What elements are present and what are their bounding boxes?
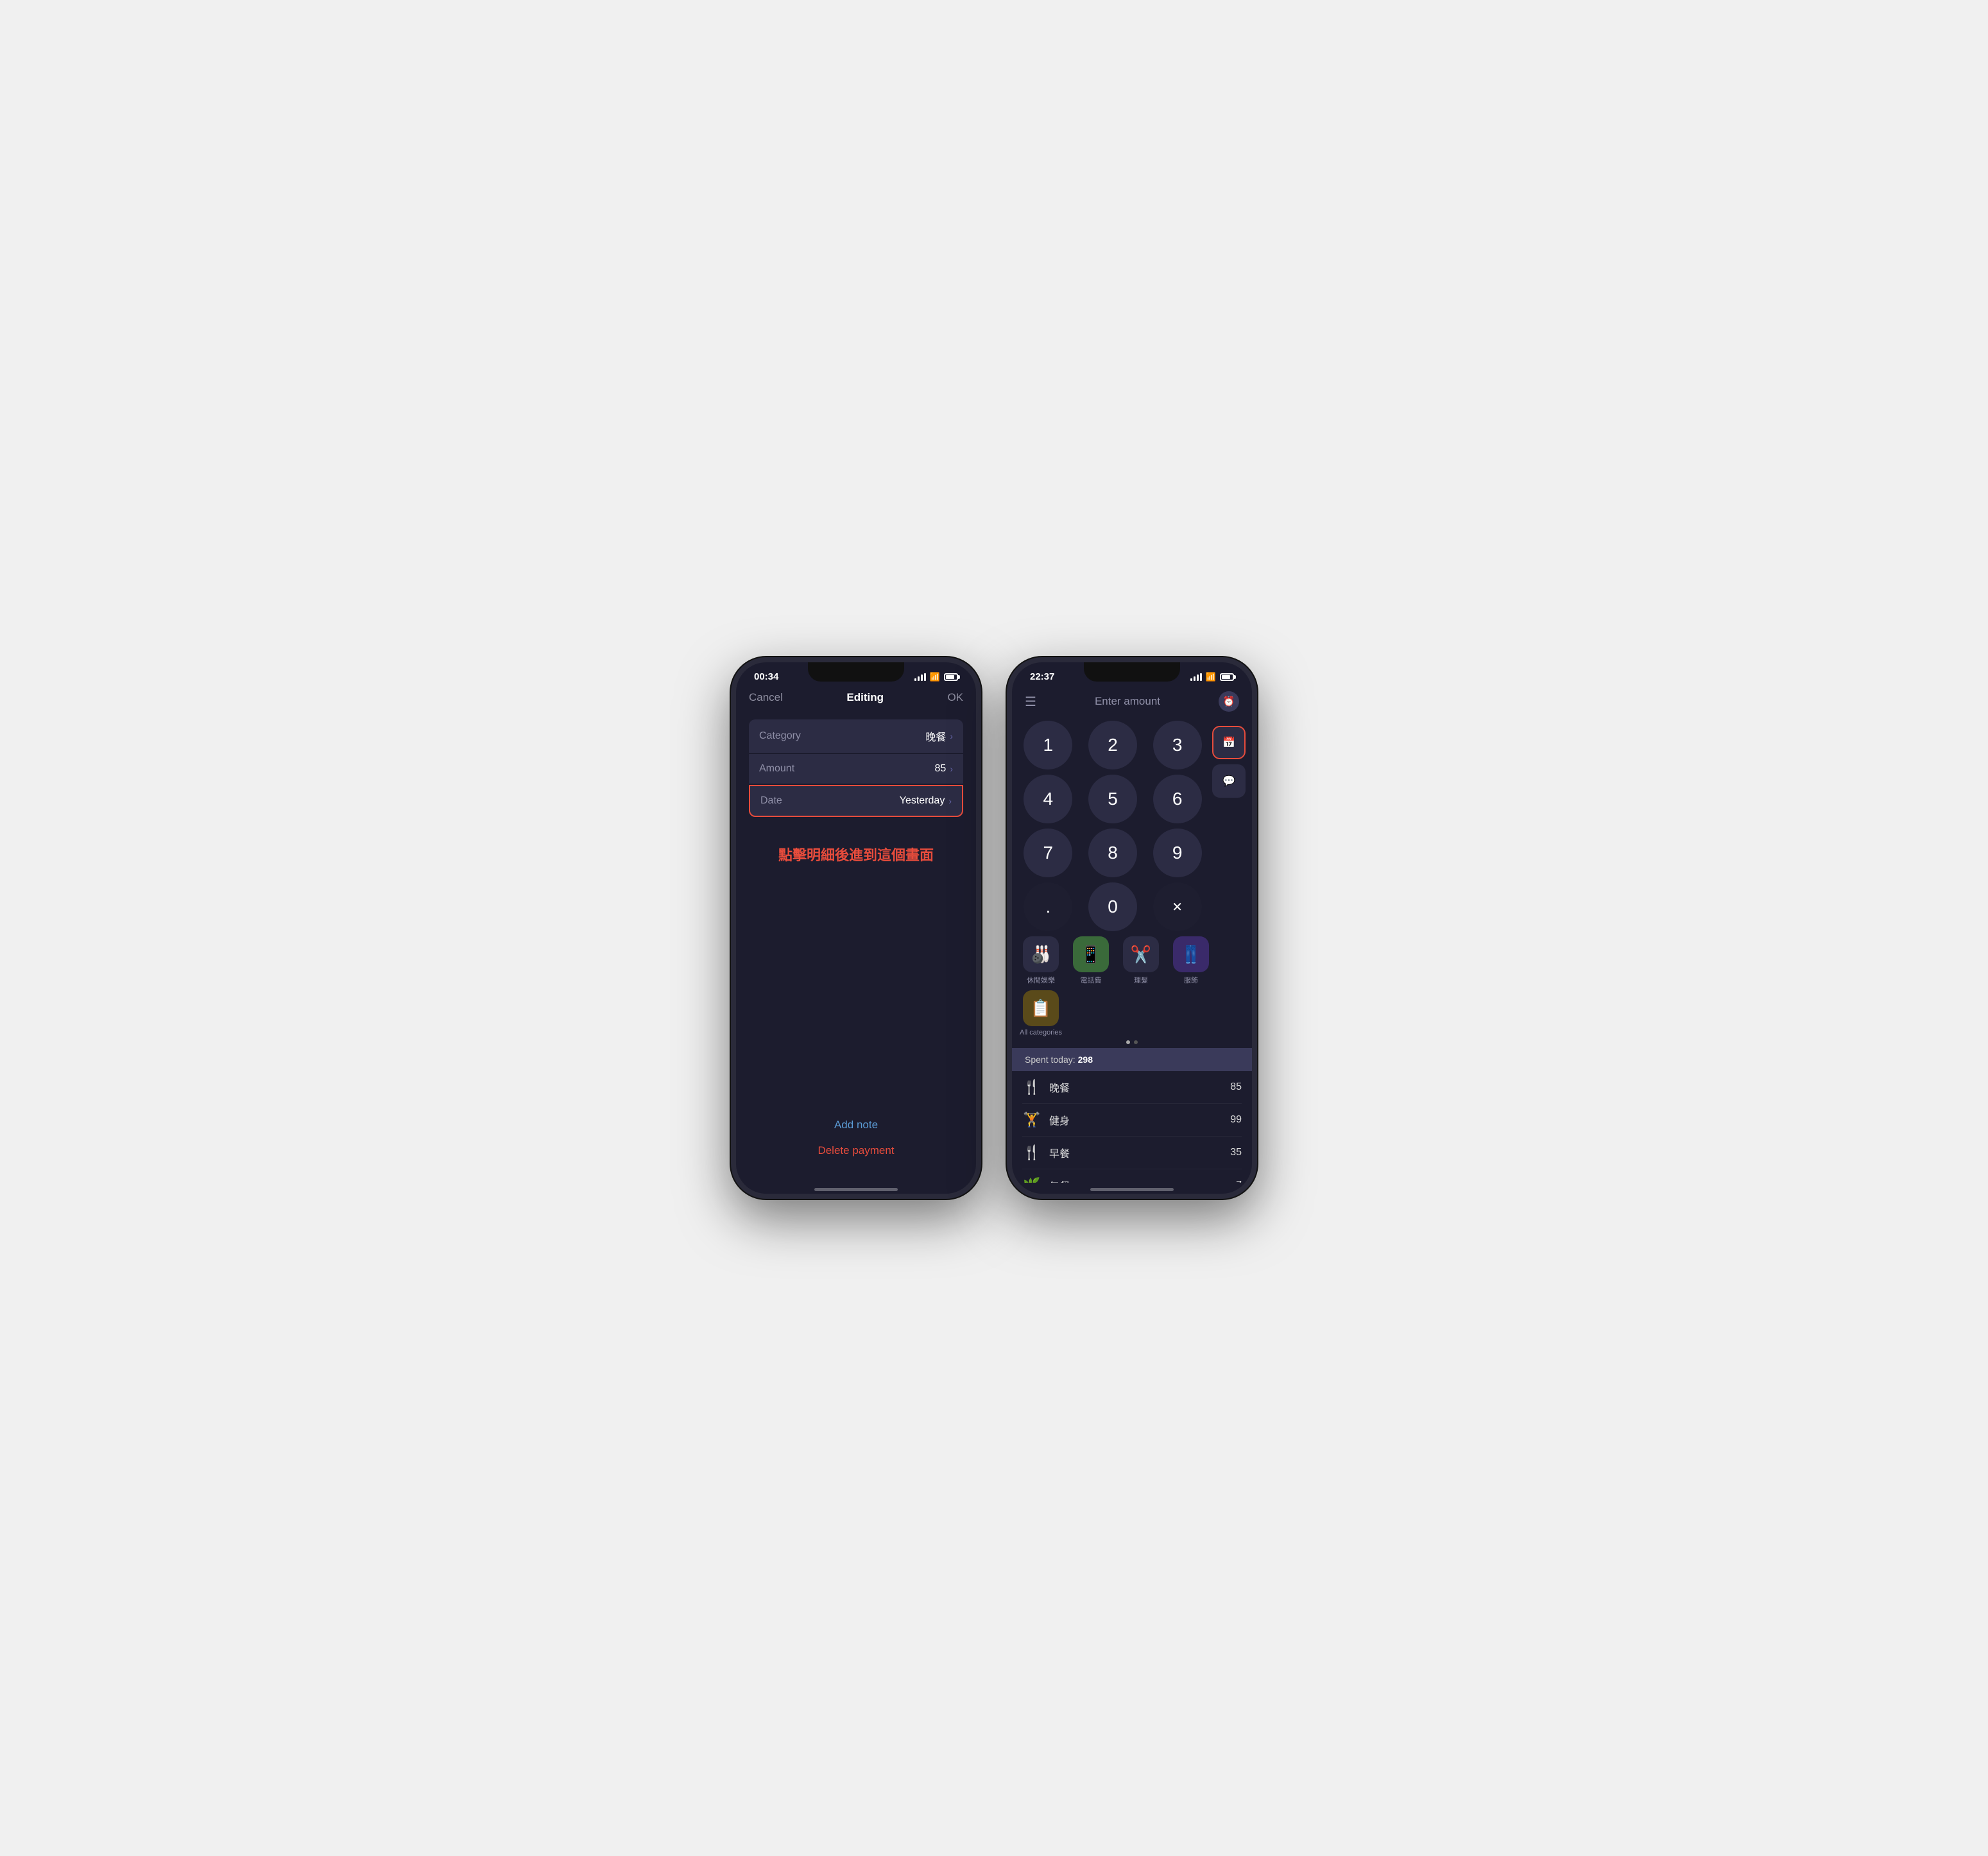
side-buttons: 📅 💬 [1212, 721, 1246, 798]
gym-amount: 99 [1230, 1114, 1242, 1126]
haircut-icon: ✂️ [1123, 936, 1159, 972]
phone1: 00:34 📶 Cancel Editing OK Category 晚餐 › [731, 657, 981, 1199]
signal-icon-2 [1190, 673, 1202, 681]
time-2: 22:37 [1030, 671, 1054, 682]
chevron-icon-2: › [950, 764, 953, 774]
comment-button[interactable]: 💬 [1212, 764, 1246, 798]
dinner-icon: 🍴 [1022, 1079, 1041, 1096]
time-1: 00:34 [754, 671, 778, 682]
phone1-content: Cancel Editing OK Category 晚餐 › Amount 8… [736, 687, 976, 1183]
phone-icon: 📱 [1073, 936, 1109, 972]
lunch-amount: 7 [1236, 1180, 1242, 1183]
wifi-icon: 📶 [930, 672, 940, 682]
transactions-list: 🍴 晚餐 85 🏋️ 健身 99 🍴 早餐 35 🌿 午餐 7 [1012, 1071, 1252, 1183]
key-6[interactable]: 6 [1153, 775, 1202, 823]
status-icons-2: 📶 [1190, 672, 1234, 682]
key-1[interactable]: 1 [1024, 721, 1072, 769]
breakfast-name: 早餐 [1049, 1145, 1230, 1160]
numpad: 1 2 3 4 5 6 7 8 9 . 0 ✕ [1018, 721, 1207, 931]
home-indicator-2 [1090, 1188, 1174, 1191]
key-3[interactable]: 3 [1153, 721, 1202, 769]
bottom-actions: Add note Delete payment [736, 1106, 976, 1170]
status-icons-1: 📶 [914, 672, 958, 682]
transaction-gym[interactable]: 🏋️ 健身 99 [1022, 1104, 1242, 1137]
battery-icon [944, 673, 958, 681]
lunch-icon: 🌿 [1022, 1177, 1041, 1183]
cancel-button[interactable]: Cancel [749, 691, 783, 704]
key-dot[interactable]: . [1024, 882, 1072, 931]
key-7[interactable]: 7 [1024, 829, 1072, 877]
gym-icon: 🏋️ [1022, 1112, 1041, 1128]
clothing-icon: 👖 [1173, 936, 1209, 972]
date-value: Yesterday › [900, 795, 952, 807]
top-bar: ☰ Enter amount ⏰ [1012, 687, 1252, 721]
gym-name: 健身 [1049, 1112, 1230, 1128]
category-haircut[interactable]: ✂️ 理髮 [1118, 936, 1163, 985]
today-bar: Spent today: 298 [1012, 1048, 1252, 1071]
category-all[interactable]: 📋 All categories [1018, 990, 1063, 1036]
delete-button[interactable]: Delete payment [818, 1144, 894, 1157]
chevron-icon: › [950, 731, 953, 741]
transaction-lunch[interactable]: 🌿 午餐 7 [1022, 1169, 1242, 1183]
phone2-content: ☰ Enter amount ⏰ 1 2 3 4 5 6 7 8 9 . 0 [1012, 687, 1252, 1183]
key-9[interactable]: 9 [1153, 829, 1202, 877]
phone2: 22:37 📶 ☰ Enter amount ⏰ 1 2 3 4 [1007, 657, 1257, 1199]
home-indicator [814, 1188, 898, 1191]
key-delete[interactable]: ✕ [1153, 882, 1202, 931]
dinner-name: 晚餐 [1049, 1079, 1230, 1095]
menu-icon[interactable]: ☰ [1025, 694, 1036, 710]
phone-label: 電話費 [1081, 975, 1102, 985]
dot-2 [1134, 1040, 1138, 1044]
dinner-amount: 85 [1230, 1081, 1242, 1093]
lunch-name: 午餐 [1049, 1178, 1236, 1183]
battery-icon-2 [1220, 673, 1234, 681]
key-0[interactable]: 0 [1088, 882, 1137, 931]
add-note-button[interactable]: Add note [834, 1119, 878, 1131]
date-row[interactable]: Date Yesterday › [749, 785, 963, 817]
ok-button[interactable]: OK [947, 691, 963, 704]
key-2[interactable]: 2 [1088, 721, 1137, 769]
all-categories-icon: 📋 [1023, 990, 1059, 1026]
entertainment-label: 休閒娛樂 [1027, 975, 1055, 985]
category-label: Category [759, 730, 801, 742]
categories-section: 🎳 休閒娛樂 📱 電話費 ✂️ 理髮 👖 服飾 📋 All cate [1012, 931, 1252, 1036]
spent-today-label: Spent today: [1025, 1054, 1075, 1065]
history-button[interactable]: ⏰ [1219, 691, 1239, 712]
key-4[interactable]: 4 [1024, 775, 1072, 823]
amount-label: Amount [759, 763, 794, 775]
key-8[interactable]: 8 [1088, 829, 1137, 877]
spent-today-amount: 298 [1078, 1054, 1093, 1065]
all-categories-label: All categories [1020, 1029, 1062, 1036]
form-section: Category 晚餐 › Amount 85 › Date Yesterday… [749, 719, 963, 818]
date-label: Date [760, 795, 782, 807]
annotation: 點擊明細後進到這個畫面 [736, 825, 976, 884]
entertainment-icon: 🎳 [1023, 936, 1059, 972]
dot-1 [1126, 1040, 1130, 1044]
category-value: 晚餐 › [925, 728, 953, 744]
notch [808, 662, 904, 682]
category-clothing[interactable]: 👖 服飾 [1169, 936, 1213, 985]
category-row[interactable]: Category 晚餐 › [749, 719, 963, 753]
breakfast-amount: 35 [1230, 1147, 1242, 1158]
breakfast-icon: 🍴 [1022, 1144, 1041, 1161]
category-phone[interactable]: 📱 電話費 [1068, 936, 1113, 985]
chevron-icon-3: › [948, 796, 952, 806]
notch-2 [1084, 662, 1180, 682]
transaction-dinner[interactable]: 🍴 晚餐 85 [1022, 1071, 1242, 1104]
transaction-breakfast[interactable]: 🍴 早餐 35 [1022, 1137, 1242, 1169]
wifi-icon-2: 📶 [1206, 672, 1216, 682]
clothing-label: 服飾 [1184, 975, 1198, 985]
calendar-button[interactable]: 📅 [1212, 726, 1246, 759]
amount-row[interactable]: Amount 85 › [749, 754, 963, 784]
category-entertainment[interactable]: 🎳 休閒娛樂 [1018, 936, 1063, 985]
nav-bar: Cancel Editing OK [736, 687, 976, 713]
key-5[interactable]: 5 [1088, 775, 1137, 823]
amount-value: 85 › [935, 763, 953, 775]
enter-amount-title: Enter amount [1095, 695, 1160, 708]
haircut-label: 理髮 [1134, 975, 1148, 985]
page-dots [1012, 1036, 1252, 1048]
signal-icon [914, 673, 926, 681]
nav-title: Editing [846, 691, 884, 704]
